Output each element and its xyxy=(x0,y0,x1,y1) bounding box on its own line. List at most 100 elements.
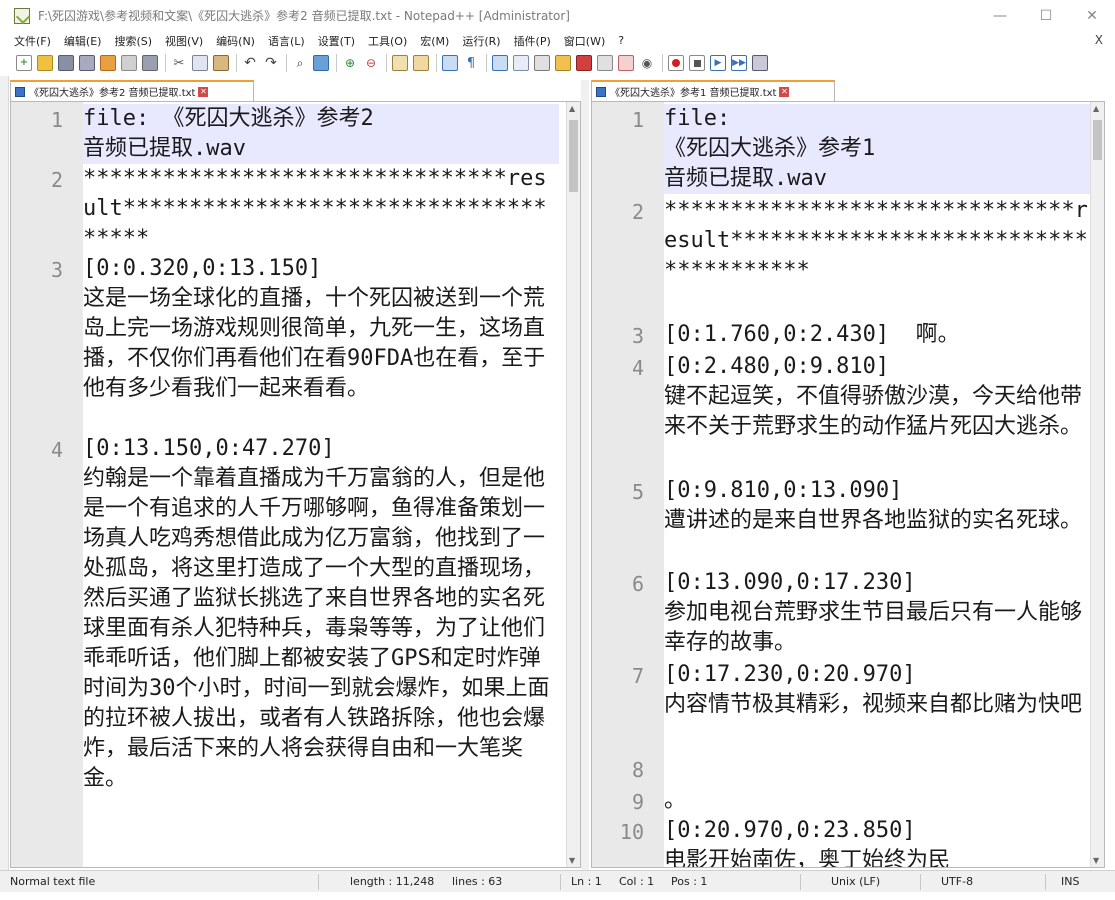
close-document-button[interactable]: X xyxy=(1095,33,1103,47)
menu-macro[interactable]: 宏(M) xyxy=(420,33,449,49)
zoom-out-icon[interactable]: ⊖ xyxy=(363,55,379,71)
eye-icon[interactable]: ◉ xyxy=(639,55,655,71)
scroll-up-icon[interactable]: ▲ xyxy=(569,104,575,113)
vertical-scrollbar[interactable]: ▲ ▼ xyxy=(1090,102,1104,867)
show-all-chars-icon[interactable]: ¶ xyxy=(463,55,479,71)
saved-file-icon xyxy=(15,86,25,97)
status-column: Col : 1 xyxy=(619,875,655,888)
redo-icon[interactable]: ↷ xyxy=(263,55,279,71)
open-file-icon[interactable] xyxy=(37,55,53,71)
doc-switcher-icon[interactable] xyxy=(576,55,592,71)
menu-run[interactable]: 运行(R) xyxy=(462,33,500,49)
save-icon[interactable] xyxy=(58,55,74,71)
save-session-icon[interactable] xyxy=(618,55,634,71)
close-icon[interactable] xyxy=(100,55,116,71)
line-number: 8 xyxy=(631,758,644,782)
paste-icon[interactable] xyxy=(213,55,229,71)
status-eol[interactable]: Unix (LF) xyxy=(831,875,880,888)
toolbar-separator xyxy=(662,54,663,72)
menu-encoding[interactable]: 编码(N) xyxy=(216,33,255,49)
status-insert-mode[interactable]: INS xyxy=(1061,875,1079,888)
toolbar-separator xyxy=(286,54,287,72)
menu-window[interactable]: 窗口(W) xyxy=(564,33,605,49)
text-area[interactable]: file: 《死囚大逃杀》参考2 音频已提取.wav *************… xyxy=(83,102,566,867)
save-macro-icon[interactable] xyxy=(752,55,768,71)
menu-file[interactable]: 文件(F) xyxy=(14,33,51,49)
record-macro-icon[interactable] xyxy=(668,55,684,71)
close-button[interactable]: ✕ xyxy=(1069,0,1115,31)
scroll-down-icon[interactable]: ▼ xyxy=(569,856,575,865)
status-bar: Normal text file length : 11,248 lines :… xyxy=(0,870,1115,892)
toolbar: + ✂ ↶ ↷ ⌕ ⊕ ⊖ ¶ ◉ ▶ ▶▶ xyxy=(0,50,1115,76)
saved-file-icon xyxy=(596,86,606,97)
menu-tools[interactable]: 工具(O) xyxy=(368,33,407,49)
window-title: F:\死囚游戏\参考视频和文案\《死囚大逃杀》参考2 音频已提取.txt - N… xyxy=(38,9,570,23)
new-file-icon[interactable]: + xyxy=(16,55,32,71)
maximize-button[interactable]: ☐ xyxy=(1023,0,1069,31)
notepad-plus-plus-icon xyxy=(14,7,30,24)
function-list-icon[interactable] xyxy=(534,55,550,71)
scroll-thumb[interactable] xyxy=(1093,120,1102,160)
status-line: Ln : 1 xyxy=(571,875,602,888)
word-wrap-icon[interactable] xyxy=(442,55,458,71)
menu-view[interactable]: 视图(V) xyxy=(165,33,203,49)
text-area[interactable]: file: 《死囚大逃杀》参考1 音频已提取.wav *************… xyxy=(664,102,1090,867)
close-all-icon[interactable] xyxy=(121,55,137,71)
editor-left[interactable]: file: 《死囚大逃杀》参考2 音频已提取.wav *************… xyxy=(10,101,581,868)
doc-map-icon[interactable] xyxy=(513,55,529,71)
text-line: [0:17.230,0:20.970] 内容情节极其精彩，视频来自都比赌为快吧 xyxy=(664,662,1083,717)
menu-language[interactable]: 语言(L) xyxy=(268,33,305,49)
text-line: [0:1.760,0:2.430] 啊。 xyxy=(664,322,960,347)
menu-help[interactable]: ? xyxy=(618,34,624,47)
status-separator xyxy=(920,874,921,890)
save-all-icon[interactable] xyxy=(79,55,95,71)
line-number: 3 xyxy=(50,258,63,282)
find-icon[interactable]: ⌕ xyxy=(292,55,308,71)
tab-right-document[interactable]: 《死囚大逃杀》参考1 音频已提取.txt ✕ xyxy=(591,80,835,101)
scroll-down-icon[interactable]: ▼ xyxy=(1093,856,1099,865)
text-line: *******************************result***… xyxy=(664,198,1088,283)
view-splitter[interactable] xyxy=(581,80,589,870)
line-number: 3 xyxy=(631,324,644,348)
line-number: 10 xyxy=(619,820,644,844)
menu-plugins[interactable]: 插件(P) xyxy=(514,33,551,49)
line-number: 1 xyxy=(50,108,63,132)
replace-icon[interactable] xyxy=(313,55,329,71)
sync-vertical-icon[interactable] xyxy=(392,55,408,71)
line-number-margin xyxy=(11,102,83,867)
print-icon[interactable] xyxy=(142,55,158,71)
menu-edit[interactable]: 编辑(E) xyxy=(64,33,102,49)
tab-close-icon[interactable]: ✕ xyxy=(779,86,790,97)
undo-icon[interactable]: ↶ xyxy=(242,55,258,71)
minimize-button[interactable]: — xyxy=(977,0,1023,31)
run-macro-multiple-icon[interactable]: ▶▶ xyxy=(731,55,747,71)
editor-right[interactable]: file: 《死囚大逃杀》参考1 音频已提取.wav *************… xyxy=(591,101,1105,868)
tab-close-icon[interactable]: ✕ xyxy=(198,86,209,97)
monitor-icon[interactable] xyxy=(597,55,613,71)
text-line: [0:13.090,0:17.230] 参加电视台荒野求生节目最后只有一人能够幸… xyxy=(664,570,1083,655)
window-controls: — ☐ ✕ xyxy=(977,0,1115,31)
line-number: 6 xyxy=(631,572,644,596)
copy-icon[interactable] xyxy=(192,55,208,71)
vertical-scrollbar[interactable]: ▲ ▼ xyxy=(566,102,580,867)
status-file-type: Normal text file xyxy=(10,875,96,888)
scroll-thumb[interactable] xyxy=(569,120,578,192)
sync-horizontal-icon[interactable] xyxy=(413,55,429,71)
status-separator xyxy=(1045,874,1046,890)
tab-left-document[interactable]: 《死囚大逃杀》参考2 音频已提取.txt ✕ xyxy=(10,80,254,101)
text-line: [0:13.150,0:47.270] 约翰是一个靠着直播成为千万富翁的人，但是… xyxy=(83,436,550,791)
menu-search[interactable]: 搜索(S) xyxy=(114,33,152,49)
stop-macro-icon[interactable] xyxy=(689,55,705,71)
folder-workspace-icon[interactable] xyxy=(555,55,571,71)
scroll-up-icon[interactable]: ▲ xyxy=(1093,104,1099,113)
status-encoding[interactable]: UTF-8 xyxy=(941,875,973,888)
play-macro-icon[interactable]: ▶ xyxy=(710,55,726,71)
indent-guide-icon[interactable] xyxy=(492,55,508,71)
tab-label: 《死囚大逃杀》参考1 音频已提取.txt xyxy=(610,88,777,99)
line-number: 1 xyxy=(631,108,644,132)
text-line: file: 《死囚大逃杀》参考1 音频已提取.wav xyxy=(664,104,1090,194)
menu-settings[interactable]: 设置(T) xyxy=(318,33,355,49)
cut-icon[interactable]: ✂ xyxy=(171,55,187,71)
zoom-in-icon[interactable]: ⊕ xyxy=(342,55,358,71)
status-separator xyxy=(560,874,561,890)
